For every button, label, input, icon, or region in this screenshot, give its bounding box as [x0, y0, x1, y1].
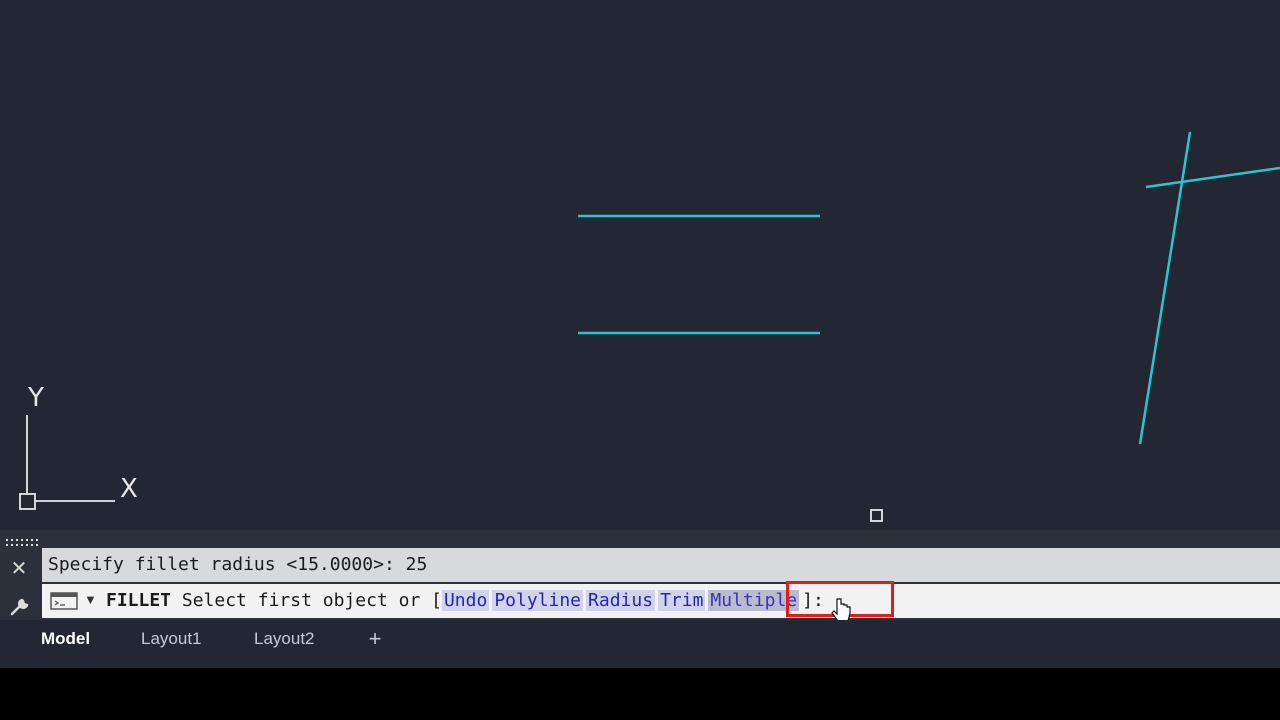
prompt-suffix: ]:	[802, 590, 824, 611]
history-line: Specify fillet radius <15.0000>: 25	[48, 554, 428, 575]
option-radius[interactable]: Radius	[586, 590, 656, 611]
ucs-y-label: Y	[28, 383, 44, 413]
close-icon[interactable]: ✕	[8, 558, 30, 580]
wrench-icon[interactable]	[8, 594, 32, 618]
add-layout-button[interactable]: +	[364, 624, 386, 654]
ucs-icon	[19, 415, 115, 510]
drawing-canvas[interactable]: Y X	[0, 0, 1280, 530]
option-undo[interactable]: Undo	[441, 590, 490, 611]
command-name: FILLET	[106, 590, 172, 611]
ucs-x-label: X	[120, 474, 138, 504]
tab-layout1[interactable]: Layout1	[141, 624, 202, 654]
prompt-text: Select first object or [	[181, 590, 442, 611]
option-multiple[interactable]: Multiple	[708, 590, 800, 611]
slanted-line-horizontal[interactable]	[1145, 166, 1280, 189]
pickbox-cursor	[870, 509, 883, 522]
option-polyline[interactable]: Polyline	[492, 590, 584, 611]
tab-model[interactable]: Model	[41, 624, 90, 654]
command-prompt: FILLET Select first object or [Undo Polyl…	[106, 590, 824, 611]
drawing-geometry[interactable]	[0, 0, 1280, 530]
layout-tabs: Model Layout1 Layout2 +	[0, 620, 1280, 668]
recent-commands-arrow-icon[interactable]: ▼	[84, 592, 97, 607]
letterbox-bar	[0, 668, 1280, 720]
command-history: Specify fillet radius <15.0000>: 25	[42, 548, 1280, 582]
command-line-input[interactable]: ▼ FILLET Select first object or [Undo Pol…	[42, 584, 1280, 618]
grip-dots-icon[interactable]	[6, 539, 38, 551]
tab-layout2[interactable]: Layout2	[254, 624, 315, 654]
option-trim[interactable]: Trim	[658, 590, 706, 611]
slanted-line-vertical[interactable]	[1138, 131, 1192, 445]
command-prompt-icon[interactable]	[50, 592, 78, 610]
